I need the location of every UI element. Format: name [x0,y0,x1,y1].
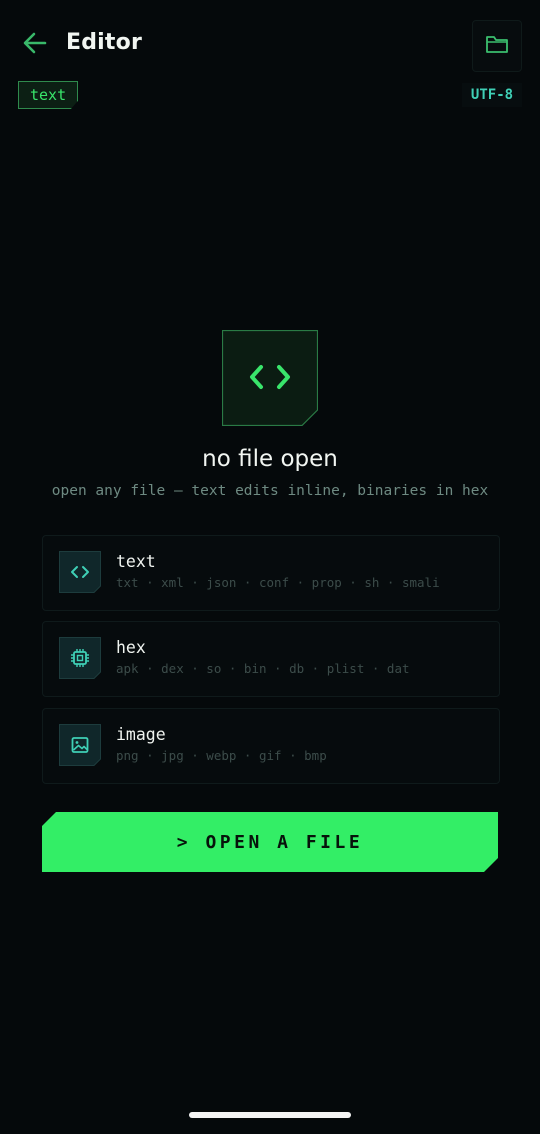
file-type-extensions: txt · xml · json · conf · prop · sh · sm… [116,575,440,590]
empty-state-subtitle: open any file — text edits inline, binar… [51,483,489,499]
file-type-card-hex[interactable]: hex apk · dex · so · bin · db · plist · … [42,621,500,697]
folder-icon [485,33,509,59]
arrow-left-icon [21,29,49,61]
mode-chip[interactable]: text [18,81,79,109]
file-type-name: image [116,725,166,744]
open-file-button[interactable]: > OPEN A FILE [42,812,498,872]
file-type-extensions: png · jpg · webp · gif · bmp [116,748,327,763]
image-icon [59,724,101,766]
open-file-button-label: > OPEN A FILE [176,831,364,853]
empty-state-title: no file open [202,446,338,472]
open-folder-button[interactable] [472,20,522,72]
code-brackets-icon [221,329,319,427]
back-button[interactable] [18,28,52,62]
chip-icon [59,637,101,679]
file-type-name: hex [116,638,146,657]
file-type-card-image[interactable]: image png · jpg · webp · gif · bmp [42,708,500,784]
file-type-extensions: apk · dex · so · bin · db · plist · dat [116,661,410,676]
editor-screen: Editor text UTF-8 no file open open any … [0,0,540,1134]
encoding-button[interactable]: UTF-8 [462,83,522,107]
home-indicator[interactable] [189,1112,351,1118]
file-type-card-text[interactable]: text txt · xml · json · conf · prop · sh… [42,535,500,611]
file-type-name: text [116,552,156,571]
page-title: Editor [66,30,142,55]
code-brackets-icon [59,551,101,593]
